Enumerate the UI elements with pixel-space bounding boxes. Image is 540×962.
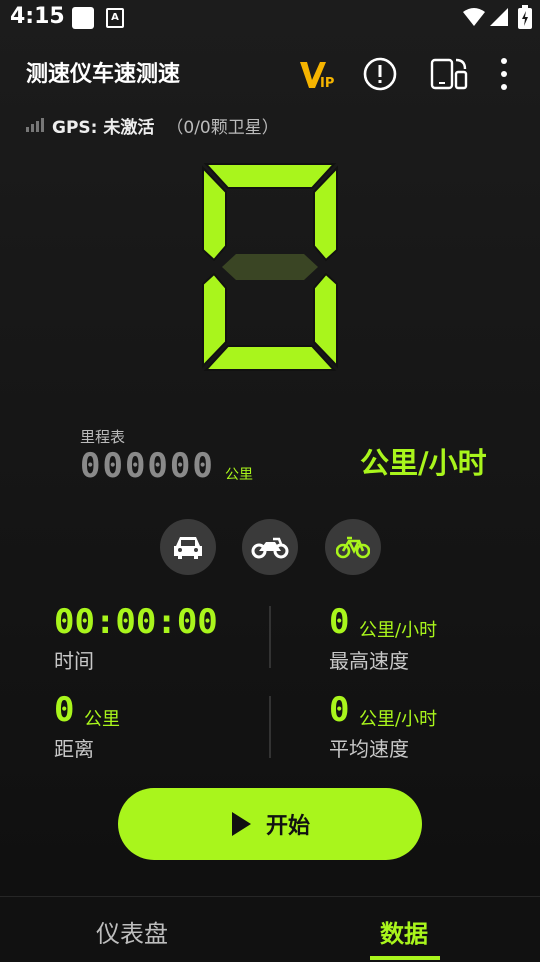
gps-satellite-count: （0/0颗卫星） — [166, 117, 279, 138]
speed-unit-toggle[interactable]: 公里/小时 — [360, 440, 487, 482]
cell-signal-icon — [490, 8, 508, 26]
battery-icon — [518, 5, 532, 29]
avg-speed-label: 平均速度 — [329, 737, 409, 761]
car-icon — [174, 537, 202, 559]
stats-divider — [269, 606, 271, 668]
gps-status: GPS: 未激活 （0/0颗卫星） — [26, 113, 279, 138]
bicycle-button[interactable] — [325, 519, 381, 575]
speed-digit-display: 0 — [202, 163, 338, 371]
elapsed-time-value: 00:00:00 — [54, 602, 218, 642]
odometer-label: 里程表 — [80, 428, 126, 446]
max-speed-unit: 公里/小时 — [359, 620, 438, 641]
max-speed-label: 最高速度 — [329, 649, 409, 673]
gps-signal-icon — [26, 118, 44, 132]
motorcycle-icon — [251, 537, 289, 559]
car-button[interactable] — [160, 519, 216, 575]
odometer-value: 000000 — [80, 446, 215, 486]
app-a-icon: A — [106, 8, 124, 28]
start-button[interactable]: 开始 — [118, 788, 422, 860]
gps-label: GPS: 未激活 — [52, 117, 155, 138]
more-icon[interactable] — [494, 56, 514, 96]
rotate-screen-icon[interactable] — [430, 56, 468, 96]
distance-value: 0 — [54, 690, 75, 730]
stats-divider — [269, 696, 271, 758]
motorcycle-button[interactable] — [242, 519, 298, 575]
vip-icon[interactable]: IP — [298, 56, 334, 96]
notification-square-icon — [72, 7, 94, 29]
avg-speed-value: 0 — [329, 690, 350, 730]
app-title: 测速仪车速测速 — [26, 62, 181, 87]
wifi-icon — [463, 8, 485, 26]
info-icon[interactable] — [362, 56, 398, 96]
max-speed-value: 0 — [329, 602, 350, 642]
start-button-label: 开始 — [265, 814, 310, 839]
distance-label: 距离 — [54, 737, 94, 761]
tab-data[interactable]: 数据 — [380, 914, 428, 949]
play-icon — [231, 812, 251, 836]
svg-text:IP: IP — [320, 76, 334, 91]
tab-dashboard[interactable]: 仪表盘 — [96, 914, 168, 949]
status-bar: 4:15 A — [0, 0, 540, 36]
bicycle-icon — [336, 536, 370, 559]
distance-unit: 公里 — [84, 709, 120, 730]
elapsed-time-label: 时间 — [54, 649, 94, 673]
avg-speed-unit: 公里/小时 — [359, 709, 438, 730]
status-time: 4:15 — [10, 4, 65, 29]
active-tab-indicator — [370, 956, 440, 960]
odometer-unit: 公里 — [225, 467, 253, 483]
bottom-tab-bar — [0, 896, 540, 962]
